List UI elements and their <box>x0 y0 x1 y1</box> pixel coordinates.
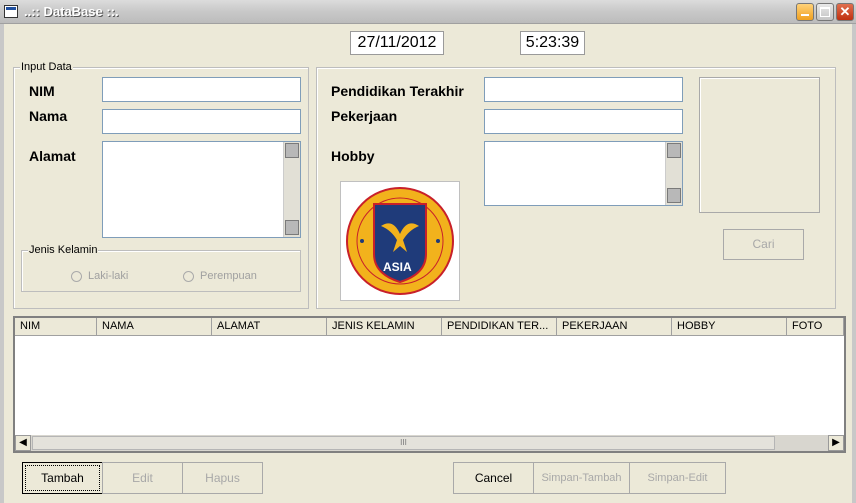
window-title: ..:: DataBase ::. <box>24 4 119 19</box>
hobby-textarea[interactable] <box>484 141 683 206</box>
pekerjaan-input[interactable] <box>484 109 683 134</box>
female-radio[interactable] <box>183 271 194 282</box>
asia-logo-icon <box>346 187 454 295</box>
column-header-alamat[interactable]: ALAMAT <box>212 318 327 336</box>
simpan-tambah-button[interactable]: Simpan-Tambah <box>533 462 630 494</box>
nama-input[interactable] <box>102 109 301 134</box>
scroll-left-button[interactable]: ◀ <box>15 435 31 451</box>
male-radio[interactable] <box>71 271 82 282</box>
column-header-jenis-kelamin[interactable]: JENIS KELAMIN <box>327 318 442 336</box>
nim-label: NIM <box>29 83 55 99</box>
pendidikan-label: Pendidikan Terakhir <box>331 83 464 99</box>
logo-text: ASIA <box>383 260 412 274</box>
date-display: 27/11/2012 <box>350 31 444 55</box>
female-radio-label: Perempuan <box>200 270 257 282</box>
nim-input[interactable] <box>102 77 301 102</box>
cancel-button[interactable]: Cancel <box>453 462 534 494</box>
pendidikan-input[interactable] <box>484 77 683 102</box>
close-button[interactable]: ✕ <box>836 3 854 21</box>
gender-group-title: Jenis Kelamin <box>28 244 99 256</box>
hobby-label: Hobby <box>331 148 375 164</box>
scroll-thumb[interactable]: III <box>32 436 775 450</box>
window-frame-left <box>0 24 4 503</box>
scroll-down-button[interactable] <box>667 188 681 203</box>
scroll-right-button[interactable]: ▶ <box>828 435 844 451</box>
column-header-pendidikan[interactable]: PENDIDIKAN TER... <box>442 318 557 336</box>
input-data-group-title: Input Data <box>20 61 73 73</box>
data-grid[interactable]: NIM NAMA ALAMAT JENIS KELAMIN PENDIDIKAN… <box>13 316 846 453</box>
cari-button[interactable]: Cari <box>723 229 804 260</box>
maximize-button[interactable] <box>816 3 834 21</box>
simpan-edit-button[interactable]: Simpan-Edit <box>629 462 726 494</box>
photo-box[interactable] <box>699 77 820 213</box>
column-header-hobby[interactable]: HOBBY <box>672 318 787 336</box>
scroll-up-button[interactable] <box>667 143 681 158</box>
alamat-label: Alamat <box>29 148 76 164</box>
alamat-scrollbar[interactable] <box>283 142 300 237</box>
edit-button[interactable]: Edit <box>102 462 183 494</box>
column-header-nama[interactable]: NAMA <box>97 318 212 336</box>
scroll-down-button[interactable] <box>285 220 299 235</box>
gender-group <box>21 250 301 292</box>
title-bar[interactable]: ..:: DataBase ::. ✕ <box>0 0 856 24</box>
time-display: 5:23:39 <box>520 31 585 55</box>
app-icon <box>4 5 18 18</box>
hobby-scrollbar[interactable] <box>665 142 682 205</box>
alamat-textarea[interactable] <box>102 141 301 238</box>
window-frame-right <box>852 24 856 503</box>
grid-horizontal-scrollbar[interactable]: ◀ III ▶ <box>15 435 844 451</box>
scroll-up-button[interactable] <box>285 143 299 158</box>
logo-image: ASIA <box>340 181 460 301</box>
pekerjaan-label: Pekerjaan <box>331 108 398 124</box>
column-header-nim[interactable]: NIM <box>15 318 97 336</box>
tambah-button[interactable]: Tambah <box>22 462 103 494</box>
column-header-pekerjaan[interactable]: PEKERJAAN <box>557 318 672 336</box>
hapus-button[interactable]: Hapus <box>182 462 263 494</box>
nama-label: Nama <box>29 108 68 124</box>
grid-header-row: NIM NAMA ALAMAT JENIS KELAMIN PENDIDIKAN… <box>15 318 844 336</box>
male-radio-label: Laki-laki <box>88 270 129 282</box>
column-header-foto[interactable]: FOTO <box>787 318 844 336</box>
minimize-button[interactable] <box>796 3 814 21</box>
